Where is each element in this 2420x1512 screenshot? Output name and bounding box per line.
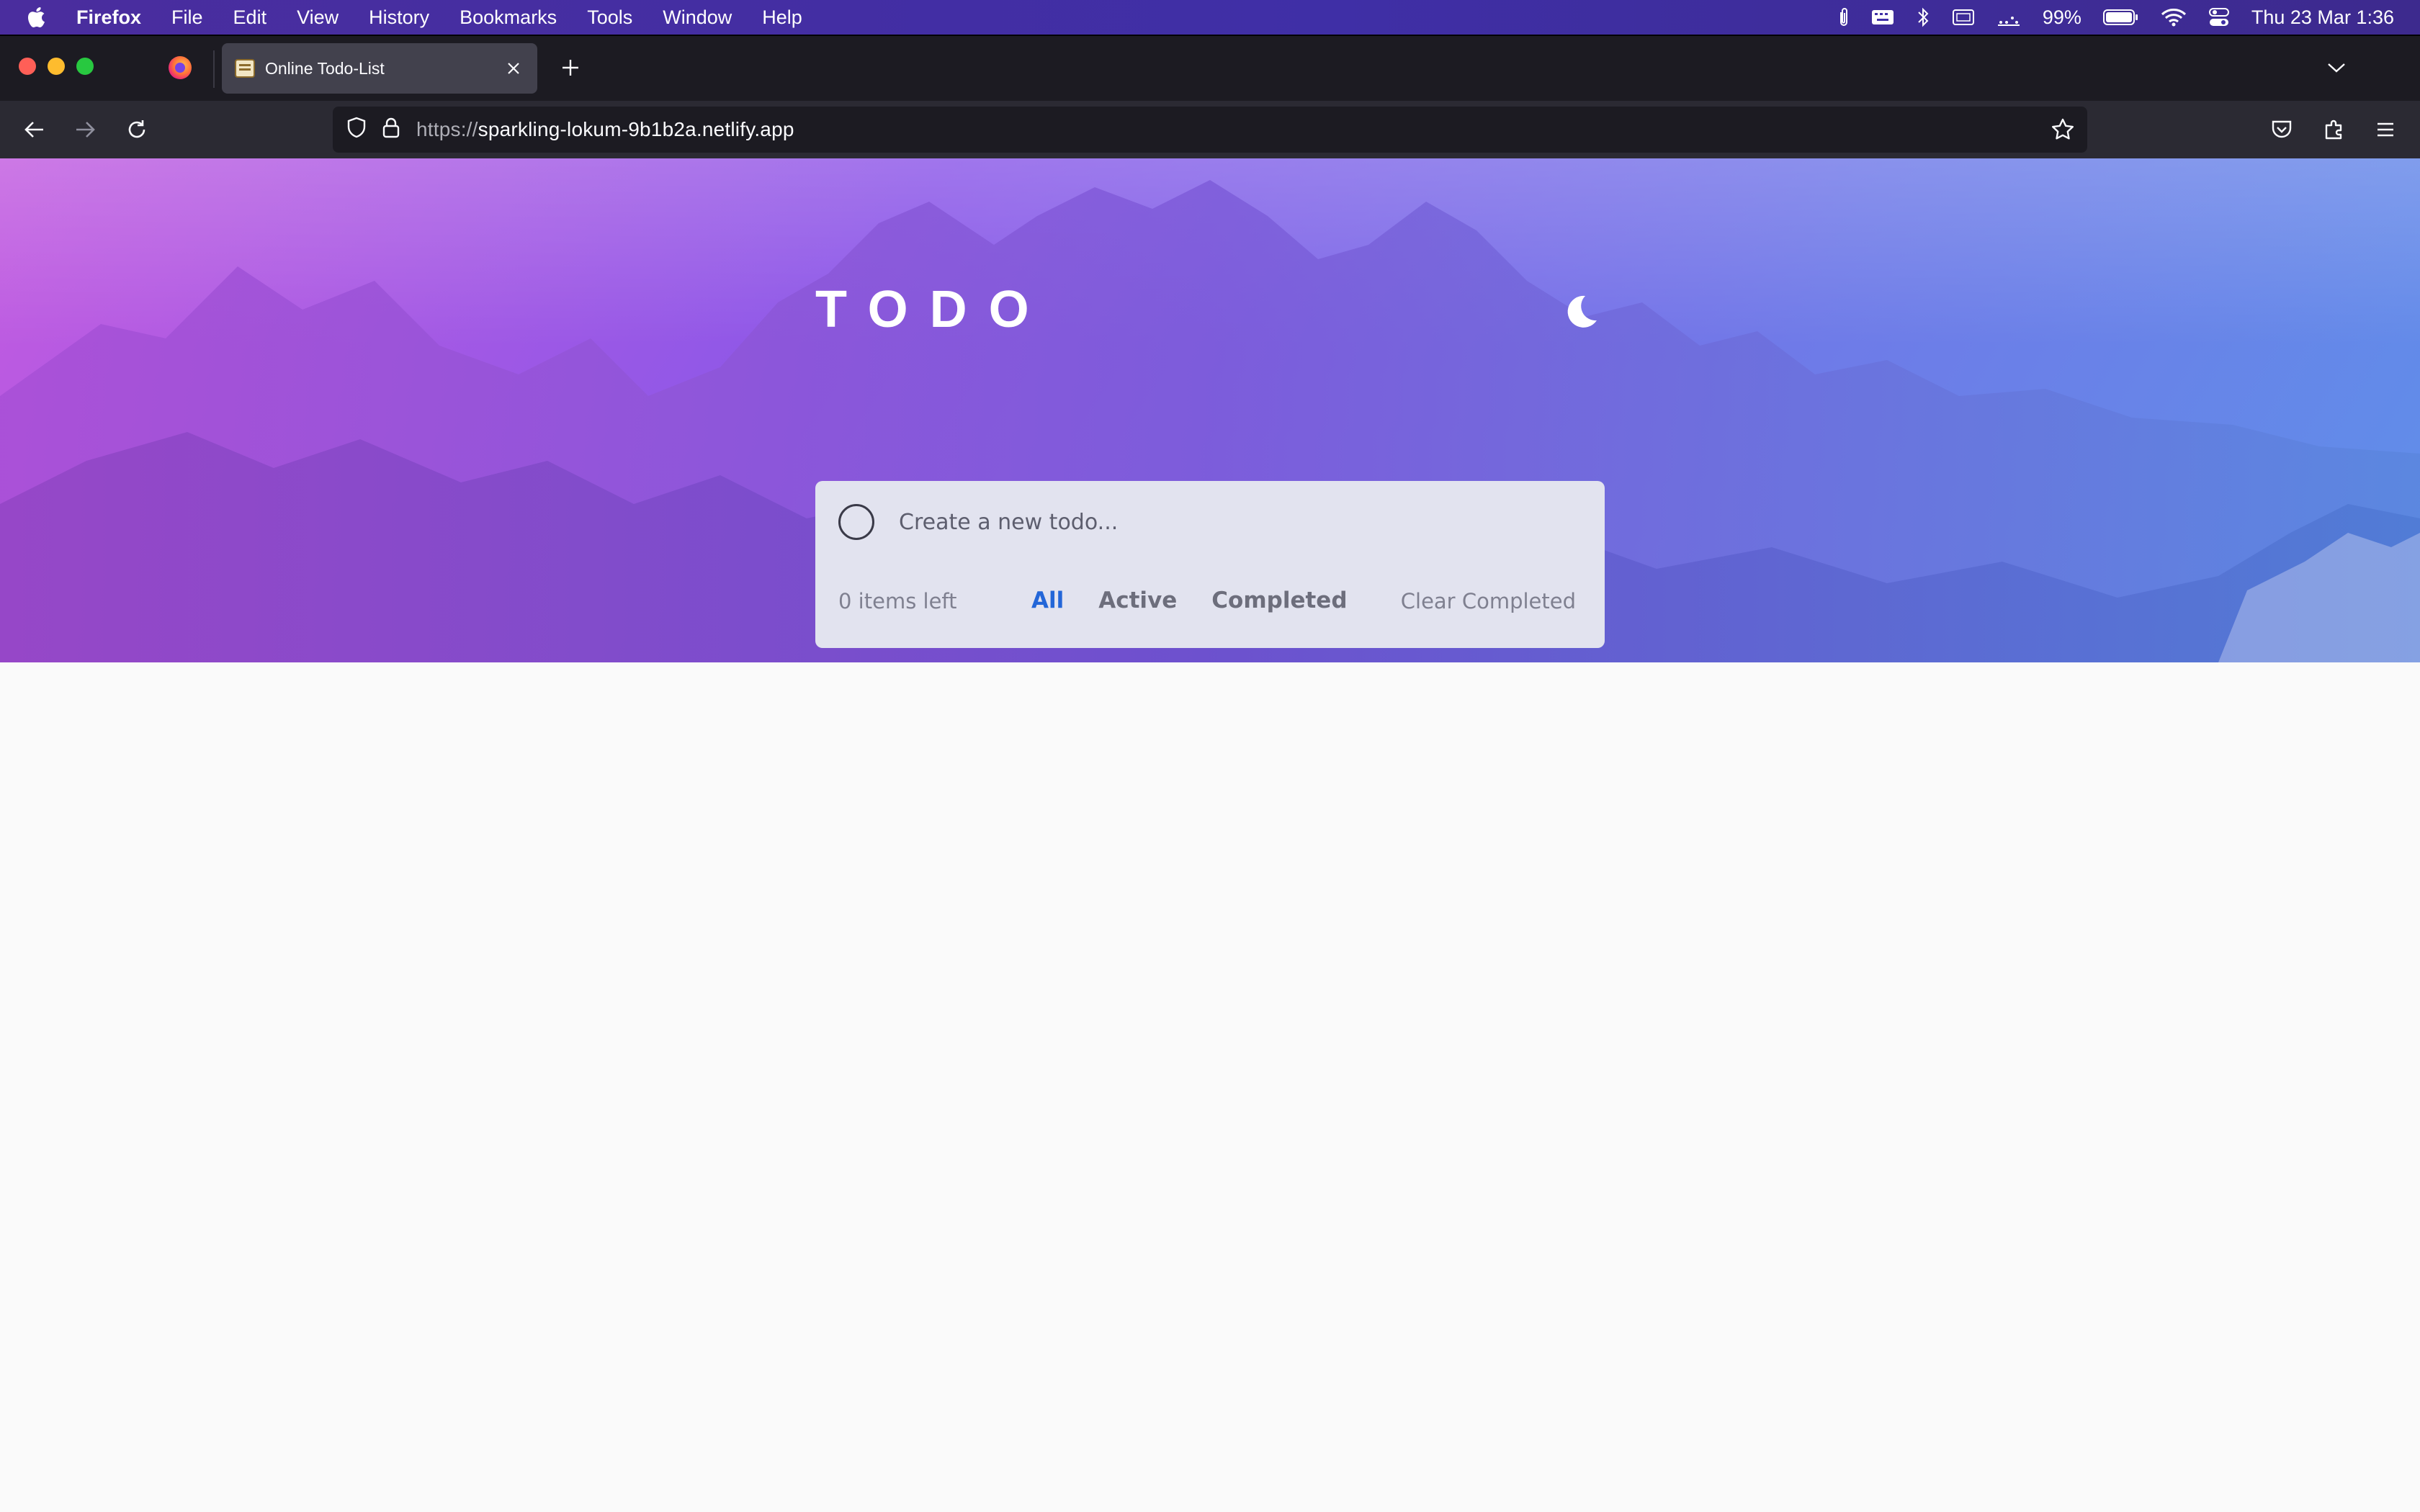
forward-arrow-icon[interactable] — [69, 114, 101, 145]
menu-file[interactable]: File — [171, 6, 203, 29]
todo-footer: 0 items left All Active Completed Clear … — [815, 579, 1605, 626]
menu-app-name[interactable]: Firefox — [76, 6, 141, 29]
theme-toggle-moon-icon[interactable] — [1557, 288, 1605, 336]
tab-separator — [213, 50, 215, 88]
firefox-view-icon[interactable] — [169, 56, 192, 79]
url-scheme: https:// — [416, 118, 478, 140]
menu-history[interactable]: History — [369, 6, 429, 29]
todo-card: 0 items left All Active Completed Clear … — [815, 481, 1605, 648]
battery-percent: 99% — [2042, 6, 2081, 28]
bookmark-star-icon[interactable] — [2048, 115, 2077, 144]
control-center-icon[interactable] — [2208, 7, 2230, 27]
bluetooth-icon[interactable] — [1916, 6, 1930, 28]
new-todo-input[interactable] — [899, 498, 1547, 546]
window-close-button[interactable] — [19, 58, 36, 75]
display-icon[interactable] — [1952, 8, 1975, 27]
filter-completed-button[interactable]: Completed — [1211, 588, 1347, 613]
tab-online-todo-list[interactable]: Online Todo-List — [222, 43, 537, 94]
menu-bookmarks[interactable]: Bookmarks — [460, 6, 557, 29]
browser-navigation-bar: https://sparkling-lokum-9b1b2a.netlify.a… — [0, 101, 2420, 158]
new-tab-icon[interactable] — [557, 55, 583, 81]
menu-tools[interactable]: Tools — [587, 6, 632, 29]
macos-menu-bar: Firefox File Edit View History Bookmarks… — [0, 0, 2420, 35]
url-text[interactable]: https://sparkling-lokum-9b1b2a.netlify.a… — [416, 118, 794, 141]
items-left-count: 0 items left — [838, 589, 957, 613]
tab-close-icon[interactable] — [503, 58, 524, 79]
tracking-protection-shield-icon[interactable] — [346, 116, 367, 144]
apple-logo-icon[interactable] — [26, 5, 48, 30]
filter-all-button[interactable]: All — [1031, 588, 1064, 613]
hamburger-menu-icon[interactable] — [2370, 114, 2401, 145]
todo-favicon-icon — [235, 59, 255, 78]
wifi-icon[interactable] — [2161, 7, 2187, 27]
window-minimize-button[interactable] — [48, 58, 65, 75]
browser-tab-bar: Online Todo-List — [0, 35, 2420, 101]
lock-icon[interactable] — [382, 117, 400, 143]
paperclip-icon[interactable] — [1838, 6, 1850, 28]
extensions-puzzle-icon[interactable] — [2318, 114, 2349, 145]
menu-window[interactable]: Window — [663, 6, 732, 29]
list-all-tabs-icon[interactable] — [2323, 55, 2349, 81]
menu-clock[interactable]: Thu 23 Mar 1:36 — [2251, 6, 2394, 29]
pocket-icon[interactable] — [2266, 114, 2298, 145]
filter-active-button[interactable]: Active — [1098, 588, 1177, 613]
reload-icon[interactable] — [121, 114, 153, 145]
keyboard-icon[interactable] — [1871, 9, 1894, 26]
filter-group: All Active Completed — [1031, 588, 1348, 613]
page-viewport: TODO 0 items left All Active Completed C… — [0, 158, 2420, 1512]
clear-completed-button[interactable]: Clear Completed — [1401, 589, 1576, 613]
network-activity-icon[interactable] — [1996, 8, 2021, 27]
tab-title: Online Todo-List — [265, 58, 385, 78]
url-host: sparkling-lokum-9b1b2a.netlify.app — [478, 118, 794, 140]
window-zoom-button[interactable] — [76, 58, 94, 75]
menu-edit[interactable]: Edit — [233, 6, 267, 29]
back-arrow-icon[interactable] — [19, 114, 50, 145]
menu-view[interactable]: View — [297, 6, 339, 29]
menu-help[interactable]: Help — [762, 6, 802, 29]
url-bar[interactable]: https://sparkling-lokum-9b1b2a.netlify.a… — [333, 107, 2087, 153]
battery-icon[interactable] — [2102, 8, 2139, 27]
page-title: TODO — [815, 281, 1051, 338]
new-todo-checkbox[interactable] — [838, 504, 874, 540]
